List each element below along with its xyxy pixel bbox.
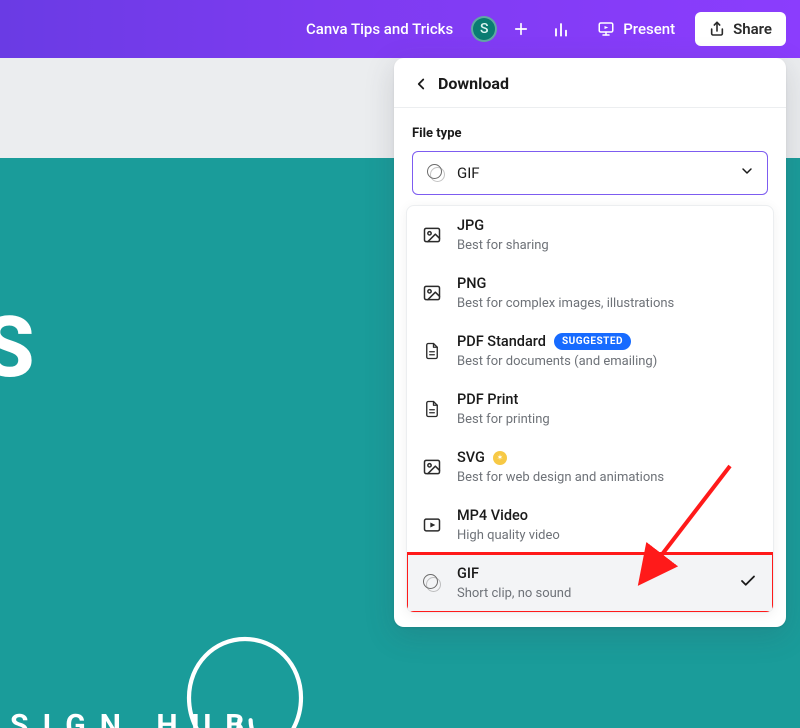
file-type-option-svg[interactable]: SVG Best for web design and animations	[407, 438, 773, 496]
doc-title[interactable]: Canva Tips and Tricks	[306, 20, 453, 38]
slide-subtitle: SIGN HUB	[10, 708, 258, 728]
jpg-icon	[421, 225, 443, 245]
option-title: MP4 Video	[457, 507, 560, 524]
option-desc: Best for sharing	[457, 238, 549, 253]
option-desc: High quality video	[457, 528, 560, 543]
add-member-button[interactable]	[505, 13, 537, 45]
option-desc: Best for documents (and emailing)	[457, 354, 657, 369]
slide-headline: A TIPS CKS	[0, 308, 340, 468]
app-header: Canva Tips and Tricks S Present Share	[0, 0, 800, 58]
chevron-left-icon	[412, 75, 430, 93]
present-label: Present	[623, 20, 675, 38]
option-title: PDF StandardSUGGESTED	[457, 333, 657, 350]
present-button[interactable]: Present	[585, 14, 687, 44]
option-desc: Short clip, no sound	[457, 586, 571, 601]
file-type-option-gif[interactable]: GIF Short clip, no sound	[407, 554, 773, 612]
suggested-badge: SUGGESTED	[554, 333, 631, 350]
option-desc: Best for complex images, illustrations	[457, 296, 674, 311]
analytics-button[interactable]	[545, 13, 577, 45]
share-icon	[709, 21, 725, 37]
avatar[interactable]: S	[471, 16, 497, 42]
present-icon	[597, 20, 615, 38]
premium-star-icon	[493, 451, 507, 465]
download-panel: Download File type GIF JPG Best for shari…	[394, 58, 786, 627]
file-type-select[interactable]: GIF	[412, 151, 768, 195]
file-type-option-jpg[interactable]: JPG Best for sharing	[407, 206, 773, 264]
option-title: GIF	[457, 565, 571, 582]
option-title: SVG	[457, 449, 664, 466]
file-type-selected-value: GIF	[457, 164, 480, 182]
option-title: PNG	[457, 275, 674, 292]
download-panel-title: Download	[438, 74, 509, 93]
file-type-option-png[interactable]: PNG Best for complex images, illustration…	[407, 264, 773, 322]
share-button[interactable]: Share	[695, 12, 786, 46]
option-desc: Best for printing	[457, 412, 550, 427]
chevron-down-icon	[739, 163, 755, 179]
gif-icon	[421, 574, 443, 592]
check-icon	[739, 572, 757, 594]
pdf-print-icon	[421, 399, 443, 419]
bar-chart-icon	[551, 19, 571, 39]
option-title: PDF Print	[457, 391, 550, 408]
avatar-initial: S	[480, 21, 488, 37]
plus-icon	[512, 20, 530, 38]
svg-icon	[421, 457, 443, 477]
png-icon	[421, 283, 443, 303]
share-label: Share	[733, 20, 772, 38]
pdf-standard-icon	[421, 341, 443, 361]
mp4-icon	[421, 515, 443, 535]
back-button[interactable]	[412, 75, 430, 93]
option-desc: Best for web design and animations	[457, 470, 664, 485]
download-panel-header: Download	[394, 58, 786, 108]
file-type-option-pdf-print[interactable]: PDF Print Best for printing	[407, 380, 773, 438]
file-type-dropdown: JPG Best for sharing PNG Best for complex i…	[406, 205, 774, 613]
gif-icon	[427, 164, 445, 182]
file-type-label: File type	[394, 108, 786, 151]
option-title: JPG	[457, 217, 549, 234]
file-type-option-pdf-standard[interactable]: PDF StandardSUGGESTED Best for documents …	[407, 322, 773, 380]
file-type-option-mp4[interactable]: MP4 Video High quality video	[407, 496, 773, 554]
